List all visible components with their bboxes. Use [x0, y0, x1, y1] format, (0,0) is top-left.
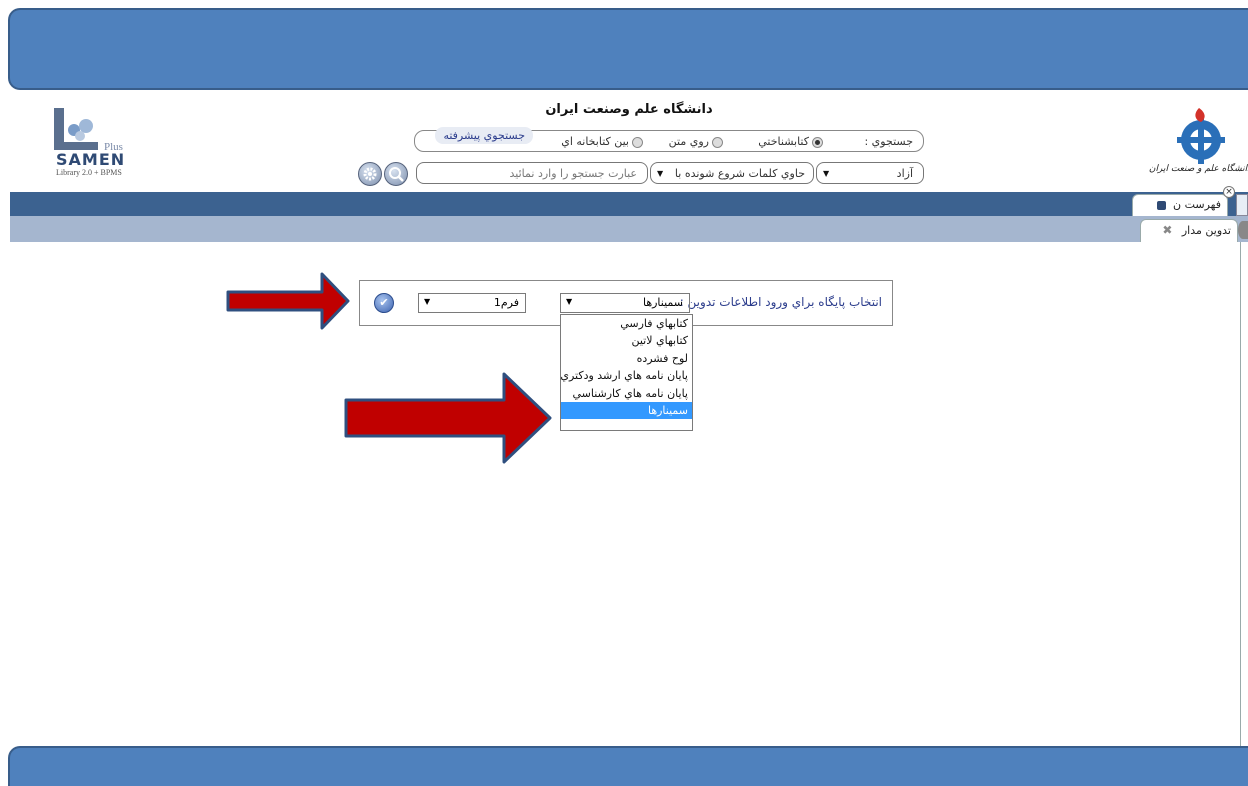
advanced-search-link[interactable]: جستجوي پيشرفته — [435, 127, 533, 144]
dropdown-option-selected[interactable]: سمينارها — [561, 401, 692, 420]
iust-wordmark: دانشگاه علم و صنعت ایران — [1148, 164, 1248, 174]
tab-edit[interactable]: تدوين مدار ✖ — [1140, 219, 1238, 242]
dropdown-option[interactable]: پايان نامه هاي كارشناسي — [561, 385, 692, 402]
dropdown-option[interactable]: پايان نامه هاي ارشد ودكتري — [560, 367, 692, 384]
radio-interlibrary[interactable]: بين كتابخانه اي — [561, 135, 643, 148]
check-icon: ✔ — [379, 296, 389, 309]
settings-button[interactable] — [358, 162, 382, 186]
radio-bibliographic-label: كتابشناختي — [758, 135, 809, 148]
match-mode-select[interactable]: حاوي كلمات شروع شونده با ▼ — [650, 162, 814, 184]
samen-logo: Plus SAMEN Library 2.0 + BPMS — [52, 106, 138, 180]
radio-interlibrary-dot[interactable] — [632, 136, 643, 148]
bottom-banner — [8, 746, 1248, 786]
close-icon[interactable]: × — [1223, 186, 1235, 198]
chevron-down-icon: ▼ — [823, 169, 830, 178]
radio-fulltext-dot[interactable] — [712, 136, 723, 148]
tab-catalog[interactable]: فهرست ن — [1132, 194, 1228, 216]
samen-wordmark: SAMEN — [56, 150, 126, 169]
form-select-value: فرم1 — [493, 296, 519, 309]
gear-icon — [363, 167, 377, 181]
main-toolbar-bar — [10, 192, 1248, 216]
radio-fulltext[interactable]: روي متن — [669, 135, 723, 148]
close-icon[interactable]: ✖ — [1162, 223, 1172, 237]
iust-logo: دانشگاه علم و صنعت ایران — [1145, 104, 1248, 182]
dropdown-option[interactable]: كتابهاي فارسي — [561, 315, 692, 332]
search-button[interactable] — [384, 162, 408, 186]
chevron-down-icon: ▼ — [424, 297, 431, 306]
search-label: جستجوي : — [864, 135, 913, 148]
search-placeholder: عبارت جستجو را وارد نمائيد — [509, 167, 637, 180]
chevron-down-icon: ▼ — [657, 169, 664, 178]
back-icon[interactable] — [1238, 221, 1248, 239]
pointer-arrow-upper — [226, 272, 350, 330]
radio-bibliographic-dot[interactable] — [812, 136, 823, 148]
database-select[interactable]: سمينارها ▼ — [560, 293, 690, 313]
sub-toolbar-bar — [10, 216, 1248, 242]
form-select[interactable]: فرم1 ▼ — [418, 293, 526, 313]
dropdown-option[interactable]: لوح فشرده — [561, 350, 692, 367]
dropdown-option[interactable]: كتابهاي لاتين — [561, 332, 692, 349]
samen-subtitle: Library 2.0 + BPMS — [56, 168, 122, 177]
right-edge-scroll[interactable] — [1240, 242, 1248, 746]
radio-fulltext-label: روي متن — [668, 135, 709, 148]
search-icon — [389, 167, 404, 182]
search-mode-value: آزاد — [896, 167, 913, 180]
document-icon — [1156, 200, 1166, 210]
tab-catalog-label: فهرست ن — [1173, 198, 1221, 211]
pointer-arrow-lower — [344, 372, 552, 464]
university-title: دانشگاه علم وصنعت ايران — [545, 102, 713, 117]
search-options-bar: جستجوي : كتابشناختي روي متن بين كتابخانه… — [414, 127, 924, 152]
match-mode-value: حاوي كلمات شروع شونده با — [674, 167, 805, 180]
database-select-value: سمينارها — [642, 296, 683, 309]
chevron-down-icon: ▼ — [566, 297, 573, 306]
radio-interlibrary-label: بين كتابخانه اي — [561, 135, 629, 148]
database-dropdown-list[interactable]: كتابهاي فارسي كتابهاي لاتين لوح فشرده پا… — [560, 314, 693, 431]
confirm-button[interactable]: ✔ — [374, 293, 394, 313]
home-icon[interactable] — [1236, 194, 1248, 216]
search-mode-select[interactable]: آزاد ▼ — [816, 162, 924, 184]
search-input[interactable]: عبارت جستجو را وارد نمائيد — [416, 162, 648, 184]
header: دانشگاه علم وصنعت ايران Plus SAMEN Libra… — [10, 96, 1248, 192]
database-prompt-label: انتخاب پايگاه براي ورود اطلاعات تدوين : — [679, 295, 882, 309]
radio-bibliographic[interactable]: كتابشناختي — [758, 135, 823, 148]
top-banner — [8, 8, 1248, 90]
tab-edit-label: تدوين مدار — [1181, 224, 1231, 237]
